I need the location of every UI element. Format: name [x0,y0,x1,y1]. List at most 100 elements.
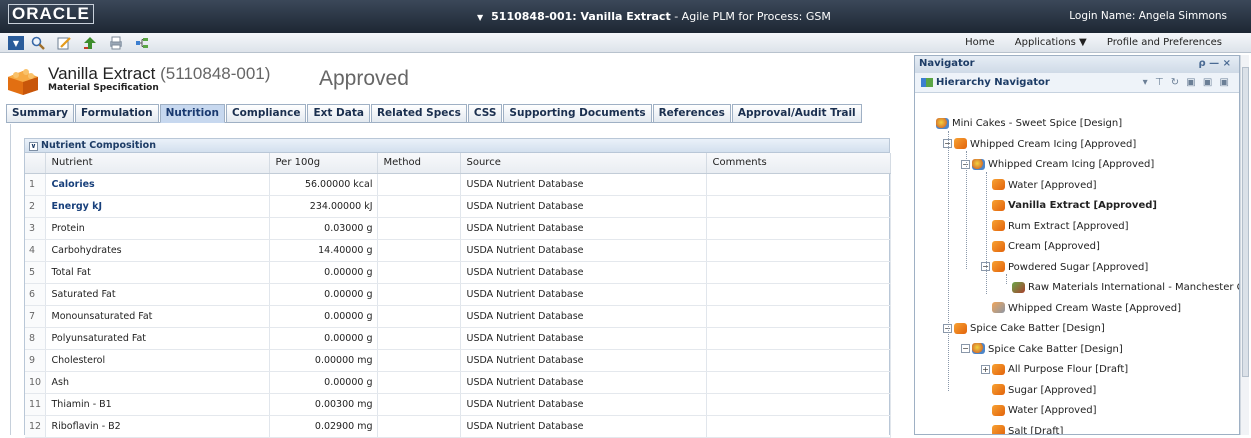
table-row[interactable]: 2 Energy kJ 234.00000 kJ USDA Nutrient Data… [25,195,891,218]
row-number-header [25,153,46,174]
tree-node[interactable]: Water [Approved] [992,402,1097,420]
home-link[interactable]: Home [965,37,995,48]
tree-node[interactable]: − Spice Cake Batter [Design] [943,320,1105,338]
print-icon[interactable] [108,35,124,51]
source-cell: USDA Nutrient Database [460,415,707,438]
per-100g-cell: 0.00000 g [269,283,378,306]
table-row[interactable]: 8 Polyunsaturated Fat 0.00000 g USDA Nutrie… [25,327,891,350]
hierarchy-toolbar-icons[interactable]: ▾ ⊤ ↻ ▣ ▣ ▣ [1143,73,1231,93]
material-icon [992,384,1005,395]
method-cell [377,173,461,196]
nutrient-cell: Riboflavin - B2 [45,415,270,438]
comments-cell [706,195,891,218]
row-number: 6 [25,283,46,306]
tree-node[interactable]: − Spice Cake Batter [Design] [961,341,1123,359]
collapse-icon[interactable]: ∨ [29,142,38,151]
collapse-icon[interactable]: − [961,344,970,353]
window-title[interactable]: ▼ 5110848-001: Vanilla Extract - Agile PL… [477,10,831,23]
tab-formulation[interactable]: Formulation [75,104,159,123]
table-row[interactable]: 4 Carbohydrates 14.40000 g USDA Nutrient Da… [25,239,891,262]
profile-link[interactable]: Profile and Preferences [1107,37,1222,48]
expand-icon[interactable]: + [981,364,990,374]
table-row[interactable]: 7 Monounsaturated Fat 0.00000 g USDA Nutrie… [25,305,891,328]
per-100g-cell: 0.00300 mg [269,393,378,416]
hierarchy-navigator-title: Hierarchy Navigator [936,77,1050,88]
tree-node[interactable]: Vanilla Extract [Approved] [992,197,1157,215]
tree-node[interactable]: − Whipped Cream Icing [Approved] [961,156,1154,174]
column-header-method[interactable]: Method [377,153,461,174]
menu-icon[interactable]: ▼ [8,36,24,50]
workflow-status: Approved [319,67,409,90]
tree-node[interactable]: Mini Cakes - Sweet Spice [Design] [936,115,1122,133]
table-row[interactable]: 9 Cholesterol 0.00000 mg USDA Nutrient Data… [25,349,891,372]
hierarchy-icon [921,77,933,87]
tree-node[interactable]: − Whipped Cream Icing [Approved] [943,136,1136,154]
section-header[interactable]: ∨ Nutrient Composition [25,139,889,153]
per-100g-cell: 0.00000 g [269,305,378,328]
tab-ext-data[interactable]: Ext Data [307,104,370,123]
dropdown-arrow-icon[interactable]: ▼ [477,13,483,22]
tree-node[interactable]: + All Purpose Flour [Draft] [981,361,1128,379]
table-row[interactable]: 6 Saturated Fat 0.00000 g USDA Nutrient Dat… [25,283,891,306]
tab-approval-audit-trail[interactable]: Approval/Audit Trail [731,104,862,123]
tree-node[interactable]: Salt [Draft] [992,423,1063,434]
column-header-nutrient[interactable]: Nutrient [45,153,270,174]
table-row[interactable]: 11 Thiamin - B1 0.00300 mg USDA Nutrient Da… [25,393,891,416]
tree-node[interactable]: Raw Materials International - Manchester… [1012,279,1239,297]
waste-icon [992,302,1005,313]
tab-summary[interactable]: Summary [6,104,75,123]
hierarchy-icon[interactable] [134,35,150,51]
tree-node[interactable]: Water [Approved] [992,177,1097,195]
column-header-source[interactable]: Source [460,153,707,174]
method-cell [377,327,461,350]
per-100g-cell: 14.40000 g [269,239,378,262]
nutrient-cell[interactable]: Energy kJ [45,195,270,218]
table-row[interactable]: 3 Protein 0.03000 g USDA Nutrient Database [25,217,891,240]
tab-css[interactable]: CSS [467,104,503,123]
scrollbar-thumb[interactable] [1242,67,1249,377]
search-icon[interactable] [30,35,46,51]
comments-cell [706,393,891,416]
table-header-row: Nutrient Per 100g Method Source Comments [25,153,891,174]
tree-node[interactable]: Whipped Cream Waste [Approved] [992,300,1181,318]
tree-node-label: Rum Extract [Approved] [1008,220,1129,232]
per-100g-cell: 234.00000 kJ [269,195,378,218]
edit-icon[interactable] [56,35,72,51]
tree-node[interactable]: Rum Extract [Approved] [992,218,1129,236]
navigator-controls[interactable]: ρ — × [1199,56,1232,72]
tree-node-label: Sugar [Approved] [1008,384,1097,396]
material-icon [992,240,1005,252]
source-cell: USDA Nutrient Database [460,195,707,218]
navigator-title: Navigator [919,58,975,69]
tab-compliance[interactable]: Compliance [225,104,307,123]
tree-node[interactable]: Cream [Approved] [992,238,1100,256]
nutrient-composition-section: ∨ Nutrient Composition Nutrient Per 100g Me… [24,138,891,438]
material-icon [954,322,967,334]
table-row[interactable]: 10 Ash 0.00000 g USDA Nutrient Database [25,371,891,394]
navigator-title-bar: Navigator ρ — × [915,56,1239,73]
upload-icon[interactable] [82,35,98,51]
comments-cell [706,239,891,262]
nutrient-cell: Cholesterol [45,349,270,372]
column-header-comments[interactable]: Comments [706,153,891,174]
nutrient-cell: Monounsaturated Fat [45,305,270,328]
tab-related-specs[interactable]: Related Specs [370,104,467,123]
row-number: 2 [25,195,46,218]
per-100g-cell: 0.00000 g [269,327,378,350]
tab-nutrition[interactable]: Nutrition [159,104,225,123]
row-number: 3 [25,217,46,240]
tree-node[interactable]: Sugar [Approved] [992,382,1096,400]
column-header-per-100g[interactable]: Per 100g [269,153,378,174]
nutrient-cell[interactable]: Calories [45,173,270,196]
table-row[interactable]: 5 Total Fat 0.00000 g USDA Nutrient Databas… [25,261,891,284]
table-row[interactable]: 1 Calories 56.00000 kcal USDA Nutrient Data… [25,173,891,196]
row-number: 8 [25,327,46,350]
tab-references[interactable]: References [652,104,731,123]
method-cell [377,415,461,438]
table-row[interactable]: 12 Riboflavin - B2 0.02900 mg USDA Nutrient… [25,415,891,438]
page-scrollbar[interactable] [1240,55,1249,435]
per-100g-cell: 0.00000 g [269,371,378,394]
applications-menu[interactable]: Applications ▼ [1015,37,1087,48]
tab-supporting-documents[interactable]: Supporting Documents [503,104,652,123]
source-cell: USDA Nutrient Database [460,349,707,372]
